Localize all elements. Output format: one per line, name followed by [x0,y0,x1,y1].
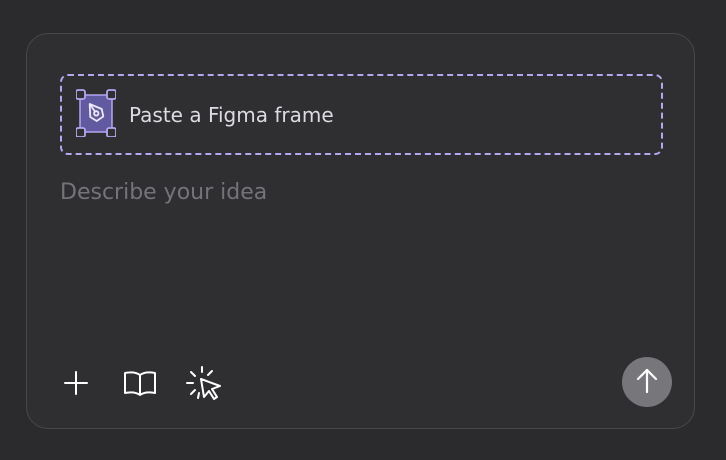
figma-frame-icon [76,89,116,137]
figma-frame-dropzone[interactable]: Paste a Figma frame [60,74,663,155]
plus-icon [62,369,90,397]
library-button[interactable] [121,365,159,401]
cursor-click-icon [185,365,223,401]
send-button[interactable] [622,357,672,407]
arrow-up-icon [634,366,660,398]
prompt-input[interactable] [60,180,660,340]
select-element-button[interactable] [185,365,223,401]
prompt-composer: Paste a Figma frame [26,33,695,429]
add-button[interactable] [57,365,95,401]
book-icon [123,369,157,397]
dropzone-label: Paste a Figma frame [129,103,334,127]
